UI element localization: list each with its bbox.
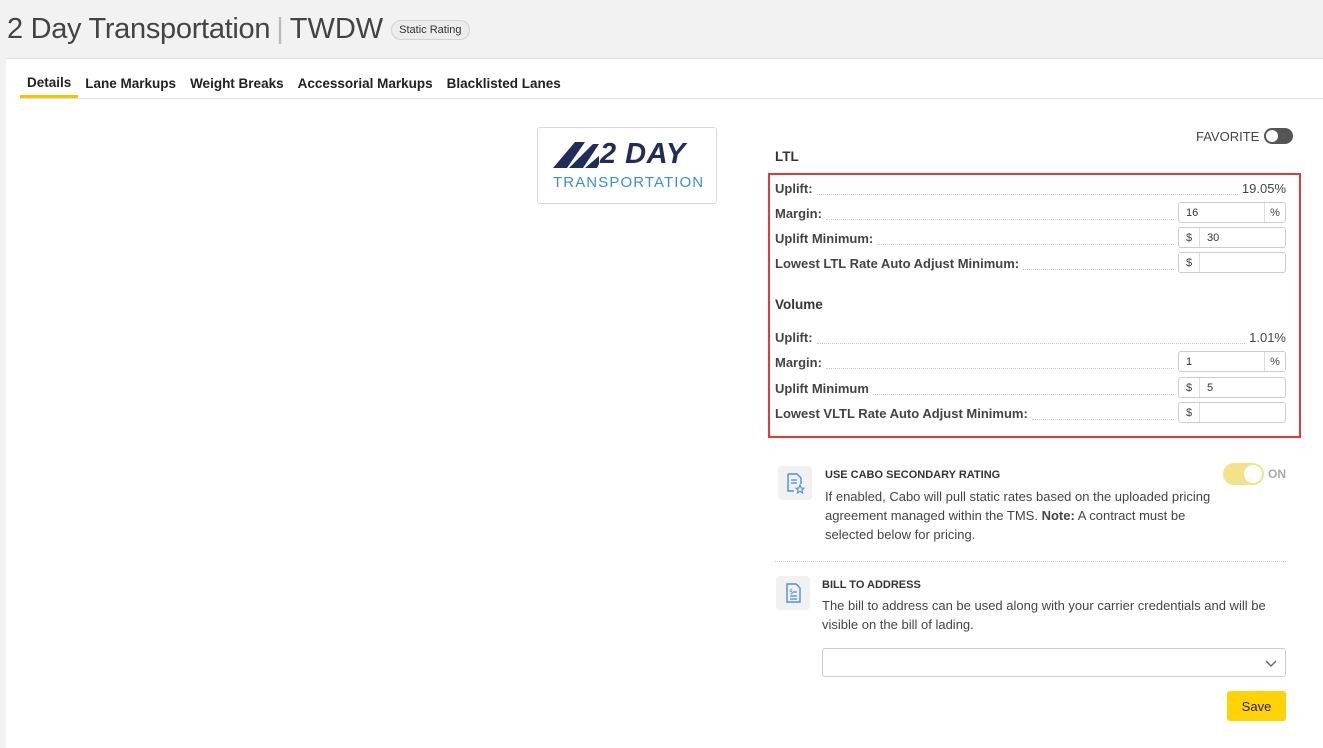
dotted-leader — [825, 219, 1174, 220]
ltl-lowest-row: Lowest LTL Rate Auto Adjust Minimum: $ — [775, 251, 1286, 273]
percent-suffix: % — [1264, 352, 1285, 371]
dollar-prefix: $ — [1179, 403, 1200, 422]
cabo-note-label: Note: — [1041, 508, 1075, 523]
tab-details[interactable]: Details — [20, 58, 79, 98]
ltl-lowest-field[interactable] — [1200, 253, 1285, 272]
dotted-leader — [1023, 269, 1174, 270]
dotted-leader — [816, 194, 1238, 195]
ltl-uplift-label: Uplift: — [775, 181, 813, 196]
favorite-control: FAVORITE — [1196, 128, 1294, 144]
svg-text:$: $ — [789, 588, 793, 596]
volume-margin-input[interactable]: 1 % — [1178, 351, 1286, 372]
ltl-uplift-min-input[interactable]: $ 30 — [1178, 227, 1286, 248]
section-divider — [775, 561, 1286, 562]
cabo-text-line-1: If enabled, Cabo will pull static rates … — [825, 489, 1211, 504]
cabo-toggle-label: ON — [1268, 467, 1286, 481]
chevron-down-icon — [1265, 660, 1277, 667]
ltl-margin-label: Margin: — [775, 206, 822, 221]
bill-to-heading: BILL TO ADDRESS — [822, 579, 921, 591]
title-separator: | — [276, 12, 284, 45]
page-title: 2 Day Transportation — [7, 12, 271, 45]
logo-sub-text: TRANSPORTATION — [553, 174, 705, 191]
invoice-icon: $ — [776, 576, 810, 610]
dollar-prefix: $ — [1179, 228, 1200, 247]
percent-suffix: % — [1264, 203, 1285, 222]
ltl-lowest-input[interactable]: $ — [1178, 252, 1286, 273]
dotted-leader — [825, 368, 1174, 369]
cabo-heading: USE CABO SECONDARY RATING — [825, 469, 1001, 481]
volume-section-title: Volume — [775, 297, 823, 312]
bill-to-address-select[interactable] — [822, 648, 1286, 677]
tab-lane-markups[interactable]: Lane Markups — [78, 58, 183, 98]
volume-uplift-row: Uplift: 1.01% — [775, 327, 1286, 347]
ltl-margin-field[interactable]: 16 — [1179, 203, 1264, 222]
volume-uplift-value: 1.01% — [1249, 330, 1286, 345]
bill-to-text-line-2: visible on the bill of lading. — [822, 617, 974, 632]
cabo-toggle[interactable] — [1223, 463, 1264, 485]
page-header: 2 Day Transportation | TWDW Static Ratin… — [0, 0, 1323, 58]
tab-blacklisted-lanes[interactable]: Blacklisted Lanes — [440, 58, 568, 98]
volume-lowest-field[interactable] — [1200, 403, 1285, 422]
volume-margin-row: Margin: 1 % — [775, 350, 1286, 372]
status-badge: Static Rating — [391, 19, 470, 40]
volume-margin-field[interactable]: 1 — [1179, 352, 1264, 371]
document-star-icon — [778, 466, 812, 500]
carrier-logo: 2 DAY TRANSPORTATION — [537, 127, 717, 204]
dotted-leader — [1031, 419, 1174, 420]
ltl-uplift-row: Uplift: 19.05% — [775, 178, 1286, 198]
carrier-code: TWDW — [289, 12, 384, 45]
volume-uplift-min-row: Uplift Minimum $ 5 — [775, 376, 1286, 398]
volume-lowest-row: Lowest VLTL Rate Auto Adjust Minimum: $ — [775, 401, 1286, 423]
details-card: Details Lane Markups Weight Breaks Acces… — [6, 58, 1323, 748]
ltl-uplift-min-row: Uplift Minimum: $ 30 — [775, 226, 1286, 248]
tab-bar: Details Lane Markups Weight Breaks Acces… — [20, 59, 1323, 99]
volume-margin-label: Margin: — [775, 355, 822, 370]
ltl-uplift-value: 19.05% — [1241, 181, 1286, 196]
ltl-uplift-min-label: Uplift Minimum: — [775, 231, 874, 246]
tab-accessorial-markups[interactable]: Accessorial Markups — [291, 58, 440, 98]
dotted-leader — [816, 343, 1246, 344]
favorite-toggle[interactable] — [1264, 128, 1294, 144]
volume-uplift-min-input[interactable]: $ 5 — [1178, 377, 1286, 398]
tab-weight-breaks[interactable]: Weight Breaks — [183, 58, 291, 98]
cabo-description: If enabled, Cabo will pull static rates … — [825, 487, 1210, 544]
dollar-prefix: $ — [1179, 378, 1200, 397]
dotted-leader — [872, 394, 1174, 395]
cabo-text-line-2: agreement managed within the TMS. Note: … — [825, 508, 1186, 523]
ltl-lowest-label: Lowest LTL Rate Auto Adjust Minimum: — [775, 256, 1020, 271]
volume-uplift-label: Uplift: — [775, 330, 813, 345]
ltl-uplift-min-field[interactable]: 30 — [1200, 228, 1285, 247]
volume-lowest-input[interactable]: $ — [1178, 402, 1286, 423]
volume-lowest-label: Lowest VLTL Rate Auto Adjust Minimum: — [775, 406, 1028, 421]
volume-uplift-min-label: Uplift Minimum — [775, 381, 869, 396]
bill-to-text-line-1: The bill to address can be used along wi… — [822, 598, 1266, 613]
cabo-text-line-3: selected below for pricing. — [825, 527, 976, 542]
logo-stripes-icon — [553, 142, 599, 168]
ltl-margin-row: Margin: 16 % — [775, 201, 1286, 223]
bill-to-description: The bill to address can be used along wi… — [822, 596, 1266, 634]
ltl-section-title: LTL — [775, 149, 799, 164]
favorite-label: FAVORITE — [1196, 128, 1260, 144]
ltl-margin-input[interactable]: 16 % — [1178, 202, 1286, 223]
logo-main-text: 2 DAY — [600, 138, 686, 170]
volume-uplift-min-field[interactable]: 5 — [1200, 378, 1285, 397]
dollar-prefix: $ — [1179, 253, 1200, 272]
dotted-leader — [877, 244, 1174, 245]
save-button[interactable]: Save — [1227, 691, 1286, 721]
